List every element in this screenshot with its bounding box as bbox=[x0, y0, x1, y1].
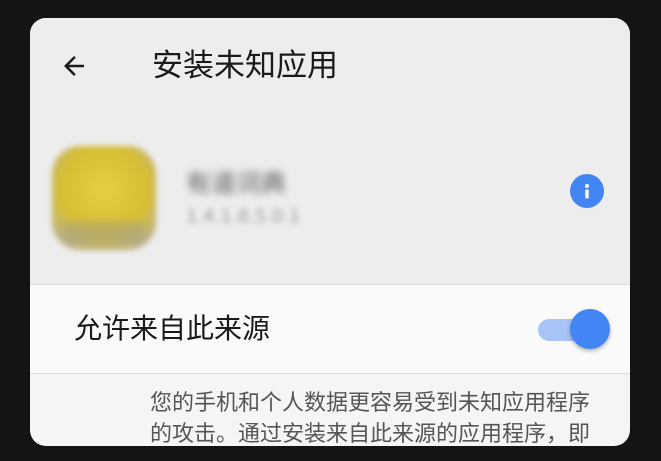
warning-text: 您的手机和个人数据更容易受到未知应用程序的攻击。通过安装来自此来源的应用程序，即… bbox=[150, 391, 591, 446]
settings-card: 安装未知应用 有道词典 1.4.1.8.5.0.1 允许来自此来源 您的手机和个… bbox=[30, 18, 630, 446]
app-icon bbox=[52, 146, 156, 250]
arrow-left-icon bbox=[64, 56, 84, 76]
allow-source-toggle[interactable] bbox=[538, 309, 610, 349]
app-version: 1.4.1.8.5.0.1 bbox=[186, 206, 301, 227]
toggle-thumb bbox=[570, 309, 610, 349]
allow-source-row[interactable]: 允许来自此来源 bbox=[30, 284, 630, 374]
back-button[interactable] bbox=[54, 46, 94, 86]
info-icon bbox=[585, 184, 589, 199]
app-header: 安装未知应用 有道词典 1.4.1.8.5.0.1 bbox=[30, 18, 630, 284]
allow-source-label: 允许来自此来源 bbox=[74, 312, 271, 345]
page-title: 安装未知应用 bbox=[152, 48, 338, 84]
app-name: 有道词典 bbox=[186, 169, 287, 198]
app-info-button[interactable] bbox=[570, 174, 604, 208]
